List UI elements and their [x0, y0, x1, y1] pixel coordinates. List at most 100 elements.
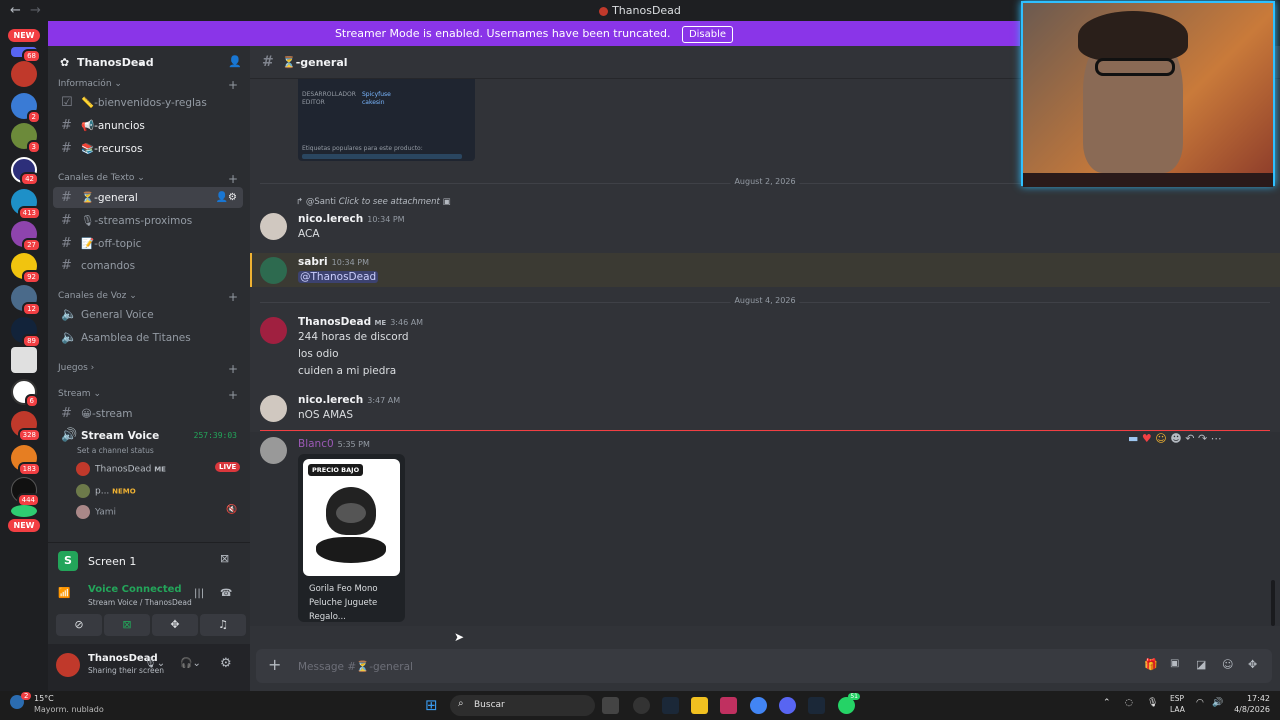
windows-start-icon[interactable]: ⊞: [425, 696, 438, 714]
category-stream[interactable]: Stream ⌄ +: [58, 388, 238, 402]
gif-icon[interactable]: ▣: [1170, 658, 1179, 669]
steam-icon[interactable]: [662, 697, 679, 714]
clock-date[interactable]: 4/8/2026: [1226, 705, 1270, 714]
channel-comandos[interactable]: # comandos: [53, 255, 243, 276]
category-juegos[interactable]: Juegos › +: [58, 362, 238, 376]
wifi-icon[interactable]: ◠: [1196, 698, 1204, 708]
add-channel-icon[interactable]: +: [228, 388, 238, 402]
task-view-icon[interactable]: [602, 697, 619, 714]
more-icon[interactable]: ⋯: [1211, 432, 1222, 445]
whatsapp-icon[interactable]: 51: [838, 693, 860, 714]
server-icon[interactable]: 183: [11, 445, 41, 476]
server-icon[interactable]: 42: [11, 157, 39, 186]
microphone-icon[interactable]: 🎙: [1147, 698, 1158, 708]
scrollbar[interactable]: [1271, 580, 1275, 626]
disconnect-icon[interactable]: ☎: [220, 588, 232, 599]
activities-button[interactable]: ✥: [152, 614, 198, 636]
voice-user[interactable]: p... NEMO: [76, 484, 136, 498]
discord-icon[interactable]: [779, 697, 796, 714]
add-reaction-icon[interactable]: ☻: [1170, 432, 1181, 445]
forward-icon[interactable]: ↷: [1198, 432, 1207, 445]
server-icon[interactable]: 27: [11, 221, 41, 252]
message-mention[interactable]: sabri 10:34 PM @ThanosDead: [250, 253, 1280, 287]
network-icon[interactable]: ◌: [1125, 698, 1133, 708]
voice-user[interactable]: Yami 🔇: [76, 505, 237, 519]
channel-general-voice[interactable]: 🔈 General Voice: [53, 304, 243, 325]
message-author[interactable]: nico.lerech: [298, 394, 363, 406]
server-icon[interactable]: 92: [11, 253, 41, 284]
channel-bienvenidos[interactable]: ☑ 📏-bienvenidos-y-reglas: [53, 92, 243, 113]
server-icon[interactable]: 2: [11, 93, 41, 124]
avatar[interactable]: [260, 395, 287, 422]
heart-reaction-icon[interactable]: ♥: [1142, 432, 1152, 445]
message[interactable]: ThanosDead ME 3:46 AM 244 horas de discor…: [250, 316, 1280, 382]
screen-share-button[interactable]: ⊠: [104, 614, 150, 636]
clock-time[interactable]: 17:42: [1236, 694, 1270, 703]
server-icon[interactable]: [11, 505, 37, 517]
category-informacion[interactable]: Información ⌄ +: [58, 78, 238, 92]
server-icon[interactable]: 3: [11, 123, 41, 154]
avatar[interactable]: [260, 257, 287, 284]
sticker-icon[interactable]: ◪: [1196, 658, 1206, 671]
settings-gear-icon[interactable]: ⚙: [220, 656, 232, 671]
emoji-icon[interactable]: ☺: [1222, 658, 1233, 671]
voice-location[interactable]: Stream Voice / ThanosDead: [88, 598, 192, 607]
message-author[interactable]: Blanc0: [298, 438, 334, 450]
apps-icon[interactable]: ✥: [1248, 658, 1257, 671]
message-author[interactable]: nico.lerech: [298, 213, 363, 225]
invite-people-icon[interactable]: 👤: [228, 55, 242, 68]
category-texto[interactable]: Canales de Texto ⌄ +: [58, 172, 238, 186]
disable-button[interactable]: Disable: [681, 26, 734, 43]
settings-gear-icon[interactable]: 👤⚙: [216, 187, 237, 208]
embed-card[interactable]: DESARROLLADOR Spicyfuse EDITOR cakesin E…: [298, 79, 475, 161]
channel-anuncios[interactable]: # 📢-anuncios: [53, 115, 243, 136]
server-icon[interactable]: 12: [11, 285, 41, 316]
server-icon[interactable]: 413: [11, 189, 41, 220]
volume-icon[interactable]: 🔊: [1212, 698, 1223, 708]
channel-off-topic[interactable]: # 📝-off-topic: [53, 233, 243, 254]
app-icon[interactable]: [720, 697, 737, 714]
server-icon[interactable]: 6: [11, 379, 39, 408]
stop-sharing-icon[interactable]: ⊠: [220, 552, 229, 565]
channel-streams-proximos[interactable]: # 🎙-streams-proximos: [53, 210, 243, 231]
add-attachment-icon[interactable]: +: [268, 655, 281, 674]
message-author[interactable]: sabri: [298, 256, 328, 268]
file-explorer-icon[interactable]: [691, 697, 708, 714]
signal-icon[interactable]: 📶: [58, 588, 70, 599]
voice-user[interactable]: ThanosDead ME LIVE: [76, 462, 241, 476]
server-icon[interactable]: [11, 347, 37, 373]
microphone-icon[interactable]: 🎙⌄: [144, 658, 165, 669]
soundboard-button[interactable]: ♫: [200, 614, 246, 636]
message-author[interactable]: ThanosDead: [298, 316, 371, 328]
add-channel-icon[interactable]: +: [228, 290, 238, 304]
message-composer[interactable]: + Message #⏳-general 🎁 ▣ ◪ ☺ ✥: [256, 649, 1272, 683]
channel-recursos[interactable]: # 📚-recursos: [53, 138, 243, 159]
add-channel-icon[interactable]: +: [228, 362, 238, 376]
add-channel-icon[interactable]: +: [228, 78, 238, 92]
channel-stream-text[interactable]: # 😀-stream: [53, 403, 243, 424]
reply-preview[interactable]: ↱ @Santi Click to see attachment ▣: [296, 197, 451, 207]
headphones-icon[interactable]: 🎧⌄: [180, 658, 201, 669]
gift-icon[interactable]: 🎁: [1144, 658, 1158, 671]
obs-icon[interactable]: [633, 697, 650, 714]
server-icon[interactable]: 68: [11, 47, 41, 63]
server-icon[interactable]: 328: [11, 411, 41, 442]
emoji-reaction-icon[interactable]: ☺: [1155, 432, 1166, 445]
flag-reaction-icon[interactable]: ▬: [1128, 432, 1138, 445]
channel-stream-voice[interactable]: 🔊 Stream Voice 257:39:03: [53, 425, 243, 446]
message[interactable]: nico.lerech 3:47 AM nOS AMAS: [250, 394, 1280, 426]
add-channel-icon[interactable]: +: [228, 172, 238, 186]
category-voz[interactable]: Canales de Voz ⌄ +: [58, 290, 238, 304]
avatar[interactable]: [56, 653, 80, 677]
server-icon[interactable]: 89: [11, 317, 41, 348]
avatar[interactable]: [260, 437, 287, 464]
server-icon[interactable]: [11, 61, 37, 87]
language[interactable]: ESP: [1170, 694, 1184, 703]
message[interactable]: ↱ @Santi Click to see attachment ▣ nico.…: [250, 196, 1280, 240]
reply-icon[interactable]: ↶: [1185, 432, 1194, 445]
channel-status-prompt[interactable]: Set a channel status: [77, 446, 154, 455]
chrome-icon[interactable]: [750, 697, 767, 714]
server-header[interactable]: ✿ ThanosDead ⌄ 👤: [48, 46, 250, 79]
message-hovered[interactable]: Blanc0 5:35 PM ▬ ♥ ☺ ☻ ↶ ↷ ⋯ PRECIO BAJO …: [250, 432, 1280, 644]
avatar[interactable]: [260, 213, 287, 240]
